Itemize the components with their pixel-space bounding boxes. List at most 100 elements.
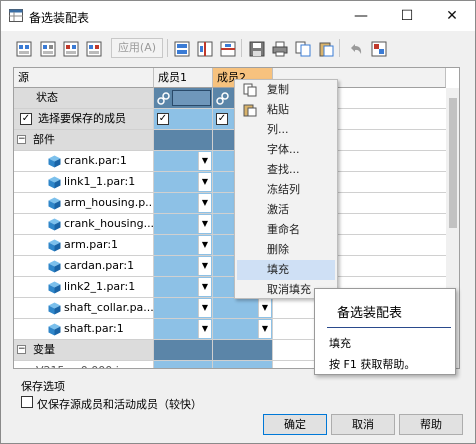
context-menu: 复制 粘贴 列... 字体... 查找... 冻结列 激活 重命名 删除 填充 取消填充: [234, 79, 338, 299]
part-name: cardan.par:1: [64, 259, 135, 272]
context-menu-item[interactable]: 复制: [237, 80, 335, 100]
part-cell-member1[interactable]: ▼: [154, 151, 213, 172]
part-cell-member1[interactable]: ▼: [154, 298, 213, 319]
window-title: 备选装配表: [29, 11, 90, 25]
dropdown-arrow-icon[interactable]: ▼: [198, 236, 211, 254]
assembly-table-dialog: 备选装配表 — ☐ ✕ 应用(A) 源 成员1 成员2 状态 ✓ 选择要保存的成…: [0, 0, 476, 444]
print-icon[interactable]: [269, 38, 289, 58]
part-cube-icon: [48, 155, 61, 168]
select-cell-member1: ✓: [154, 109, 213, 130]
undo-icon[interactable]: [345, 38, 365, 58]
maximize-button[interactable]: ☐: [384, 1, 430, 31]
group-cell-member1: [154, 340, 213, 361]
select-members-cell: ✓ 选择要保存的成员: [14, 109, 154, 130]
collapse-icon[interactable]: −: [17, 345, 26, 354]
insert-column-icon[interactable]: [194, 38, 214, 58]
context-menu-item[interactable]: 粘贴: [237, 100, 335, 120]
member1-column-header[interactable]: 成员1: [154, 68, 213, 88]
save-options-label: 保存选项: [21, 380, 65, 393]
split-column-icon[interactable]: [217, 38, 237, 58]
copy-member-icon[interactable]: [37, 38, 57, 58]
select-members-checkbox[interactable]: ✓: [20, 113, 32, 125]
select-members-label: 选择要保存的成员: [38, 112, 126, 125]
help-tooltip: 备选装配表 填充 按 F1 获取帮助。: [314, 288, 456, 375]
part-cell-member1[interactable]: ▼: [154, 172, 213, 193]
context-menu-item[interactable]: 冻结列: [237, 180, 335, 200]
cancel-button[interactable]: 取消: [331, 414, 395, 435]
properties-icon[interactable]: [368, 38, 388, 58]
dropdown-arrow-icon[interactable]: ▼: [258, 320, 271, 338]
dropdown-arrow-icon[interactable]: ▼: [198, 257, 211, 275]
tooltip-help-text: 按 F1 获取帮助。: [329, 358, 416, 371]
group-cell-member2: [213, 340, 273, 361]
part-cell-member1[interactable]: ▼: [154, 214, 213, 235]
part-cube-icon: [48, 323, 61, 336]
save-options-checkbox-label: 仅保存源成员和活动成员（较快）: [37, 398, 202, 411]
toolbar-separator: [339, 39, 340, 57]
status-cell-member1[interactable]: [154, 88, 213, 109]
part-cell-member1[interactable]: ▼: [154, 235, 213, 256]
part-cell-member2[interactable]: ▼: [213, 298, 273, 319]
part-cube-icon: [48, 218, 61, 231]
part-name: link1_1.par:1: [64, 175, 136, 188]
part-source-cell: shaft.par:1: [14, 319, 154, 340]
context-menu-item[interactable]: 删除: [237, 240, 335, 260]
link-icon: [216, 92, 229, 105]
dropdown-arrow-icon[interactable]: ▼: [198, 299, 211, 317]
part-cell-member1[interactable]: ▼: [154, 193, 213, 214]
part-cell-member1[interactable]: ▼: [154, 256, 213, 277]
status-field[interactable]: [172, 90, 211, 106]
context-menu-item[interactable]: 激活: [237, 200, 335, 220]
tooltip-title: 备选装配表: [337, 306, 403, 321]
variables-group-label: 变量: [33, 343, 55, 356]
source-column-header[interactable]: 源: [14, 68, 154, 88]
variable-cell-member1: [154, 361, 213, 368]
part-cell-member2[interactable]: ▼: [213, 319, 273, 340]
dropdown-arrow-icon[interactable]: ▼: [198, 194, 211, 212]
dropdown-arrow-icon[interactable]: ▼: [198, 320, 211, 338]
title-bar: 备选装配表 — ☐ ✕: [1, 1, 475, 31]
part-cube-icon: [48, 176, 61, 189]
link-icon: [157, 92, 170, 105]
group-cell-member1: [154, 130, 213, 151]
tooltip-item: 填充: [329, 337, 351, 350]
copy-icon[interactable]: [292, 38, 312, 58]
context-menu-item[interactable]: 重命名: [237, 220, 335, 240]
variable-cell-member2: [213, 361, 273, 368]
part-cube-icon: [48, 197, 61, 210]
part-cell-member1[interactable]: ▼: [154, 319, 213, 340]
context-menu-item[interactable]: 列...: [237, 120, 335, 140]
save-icon[interactable]: [246, 38, 266, 58]
save-options-checkbox[interactable]: [21, 396, 33, 408]
context-menu-item[interactable]: 填充: [237, 260, 335, 280]
delete-member-icon[interactable]: [83, 38, 103, 58]
scrollbar-thumb[interactable]: [449, 98, 457, 228]
dropdown-arrow-icon[interactable]: ▼: [198, 278, 211, 296]
member1-save-checkbox[interactable]: ✓: [157, 113, 169, 125]
dropdown-arrow-icon[interactable]: ▼: [198, 173, 211, 191]
new-member-icon[interactable]: [13, 38, 33, 58]
context-menu-item[interactable]: 查找...: [237, 160, 335, 180]
part-cell-member1[interactable]: ▼: [154, 277, 213, 298]
part-source-cell: shaft_collar.pa...: [14, 298, 154, 319]
dropdown-arrow-icon[interactable]: ▼: [258, 299, 271, 317]
paste-icon[interactable]: [315, 38, 335, 58]
part-name: crank_housing...: [64, 217, 154, 230]
ok-button[interactable]: 确定: [263, 414, 327, 435]
activate-icon[interactable]: [171, 38, 191, 58]
minimize-button[interactable]: —: [338, 1, 384, 31]
dropdown-arrow-icon[interactable]: ▼: [198, 152, 211, 170]
member2-save-checkbox[interactable]: ✓: [216, 113, 228, 125]
dropdown-arrow-icon[interactable]: ▼: [198, 215, 211, 233]
close-button[interactable]: ✕: [429, 1, 475, 31]
part-source-cell: arm.par:1: [14, 235, 154, 256]
parts-group-cell: − 部件: [14, 130, 154, 151]
part-source-cell: crank_housing...: [14, 214, 154, 235]
apply-button[interactable]: 应用(A): [111, 38, 163, 58]
collapse-icon[interactable]: −: [17, 135, 26, 144]
help-button[interactable]: 帮助: [399, 414, 463, 435]
context-menu-item[interactable]: 字体...: [237, 140, 335, 160]
add-member-icon[interactable]: [60, 38, 80, 58]
part-cube-icon: [48, 281, 61, 294]
part-name: link2_1.par:1: [64, 280, 136, 293]
